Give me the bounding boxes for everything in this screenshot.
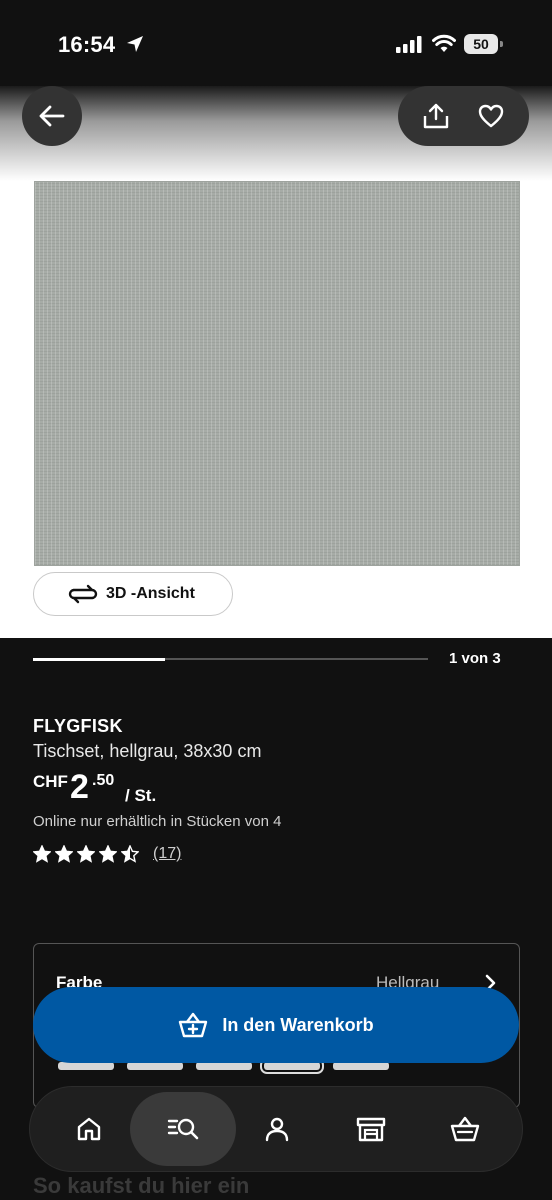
nav-profile[interactable] xyxy=(239,1092,315,1166)
color-swatch[interactable] xyxy=(58,1062,114,1070)
signal-icon xyxy=(396,36,422,53)
star-icon xyxy=(77,845,95,863)
nav-search[interactable] xyxy=(130,1092,236,1166)
price-integer: 2 xyxy=(70,768,89,806)
page-indicator: 1 von 3 xyxy=(449,650,501,667)
color-swatch-selected[interactable] xyxy=(260,1058,324,1074)
price-unit: / St. xyxy=(125,786,157,805)
battery-level: 50 xyxy=(464,34,498,54)
star-icon xyxy=(33,845,51,863)
star-icon xyxy=(99,845,117,863)
rating[interactable]: (17) xyxy=(33,845,181,863)
how-to-buy-heading: So kaufst du hier ein xyxy=(33,1173,250,1198)
star-icon xyxy=(55,845,73,863)
color-swatch[interactable] xyxy=(333,1062,389,1070)
availability-note: Online nur erhältlich in Stücken von 4 xyxy=(33,813,282,830)
view-3d-button[interactable]: 3D -Ansicht xyxy=(33,572,233,616)
review-count-link[interactable]: (17) xyxy=(153,845,181,863)
share-icon xyxy=(423,103,448,129)
gallery-progress-fill xyxy=(33,657,165,661)
search-icon xyxy=(167,1118,199,1140)
home-icon xyxy=(77,1117,101,1141)
rotate-3d-icon xyxy=(68,584,98,604)
product-gallery[interactable]: 3D -Ansicht xyxy=(0,86,552,638)
heart-icon xyxy=(479,104,504,128)
wifi-icon xyxy=(432,34,456,52)
color-swatch[interactable] xyxy=(127,1062,183,1070)
price-decimal: .50 xyxy=(92,772,115,789)
store-icon xyxy=(356,1117,386,1142)
status-time: 16:54 xyxy=(58,32,116,57)
location-arrow-icon xyxy=(127,36,143,52)
gallery-progress xyxy=(33,657,428,661)
action-pill xyxy=(398,86,529,146)
battery-icon: 50 xyxy=(464,34,504,54)
add-to-cart-label: In den Warenkorb xyxy=(222,1014,374,1035)
basket-icon xyxy=(450,1116,480,1142)
status-bar: 16:54 50 xyxy=(0,0,552,86)
star-icon xyxy=(121,845,139,863)
product-description: Tischset, hellgrau, 38x30 cm xyxy=(33,741,262,761)
add-to-cart-button[interactable]: In den Warenkorb xyxy=(33,987,519,1063)
share-button[interactable] xyxy=(414,94,458,138)
arrow-left-icon xyxy=(39,105,65,127)
basket-plus-icon xyxy=(179,1012,208,1038)
rating-stars xyxy=(33,845,143,863)
bottom-navigation xyxy=(29,1086,523,1172)
favorite-button[interactable] xyxy=(469,94,513,138)
product-image[interactable] xyxy=(34,181,520,566)
battery-nub xyxy=(500,41,503,47)
view-3d-label: 3D -Ansicht xyxy=(106,585,195,602)
nav-store[interactable] xyxy=(333,1092,409,1166)
back-button[interactable] xyxy=(22,86,82,146)
nav-home[interactable] xyxy=(51,1092,127,1166)
profile-icon xyxy=(265,1117,289,1142)
price-currency: CHF xyxy=(33,772,68,791)
product-name: FLYGFISK xyxy=(33,716,123,736)
color-swatch[interactable] xyxy=(196,1062,252,1070)
nav-basket[interactable] xyxy=(427,1092,503,1166)
